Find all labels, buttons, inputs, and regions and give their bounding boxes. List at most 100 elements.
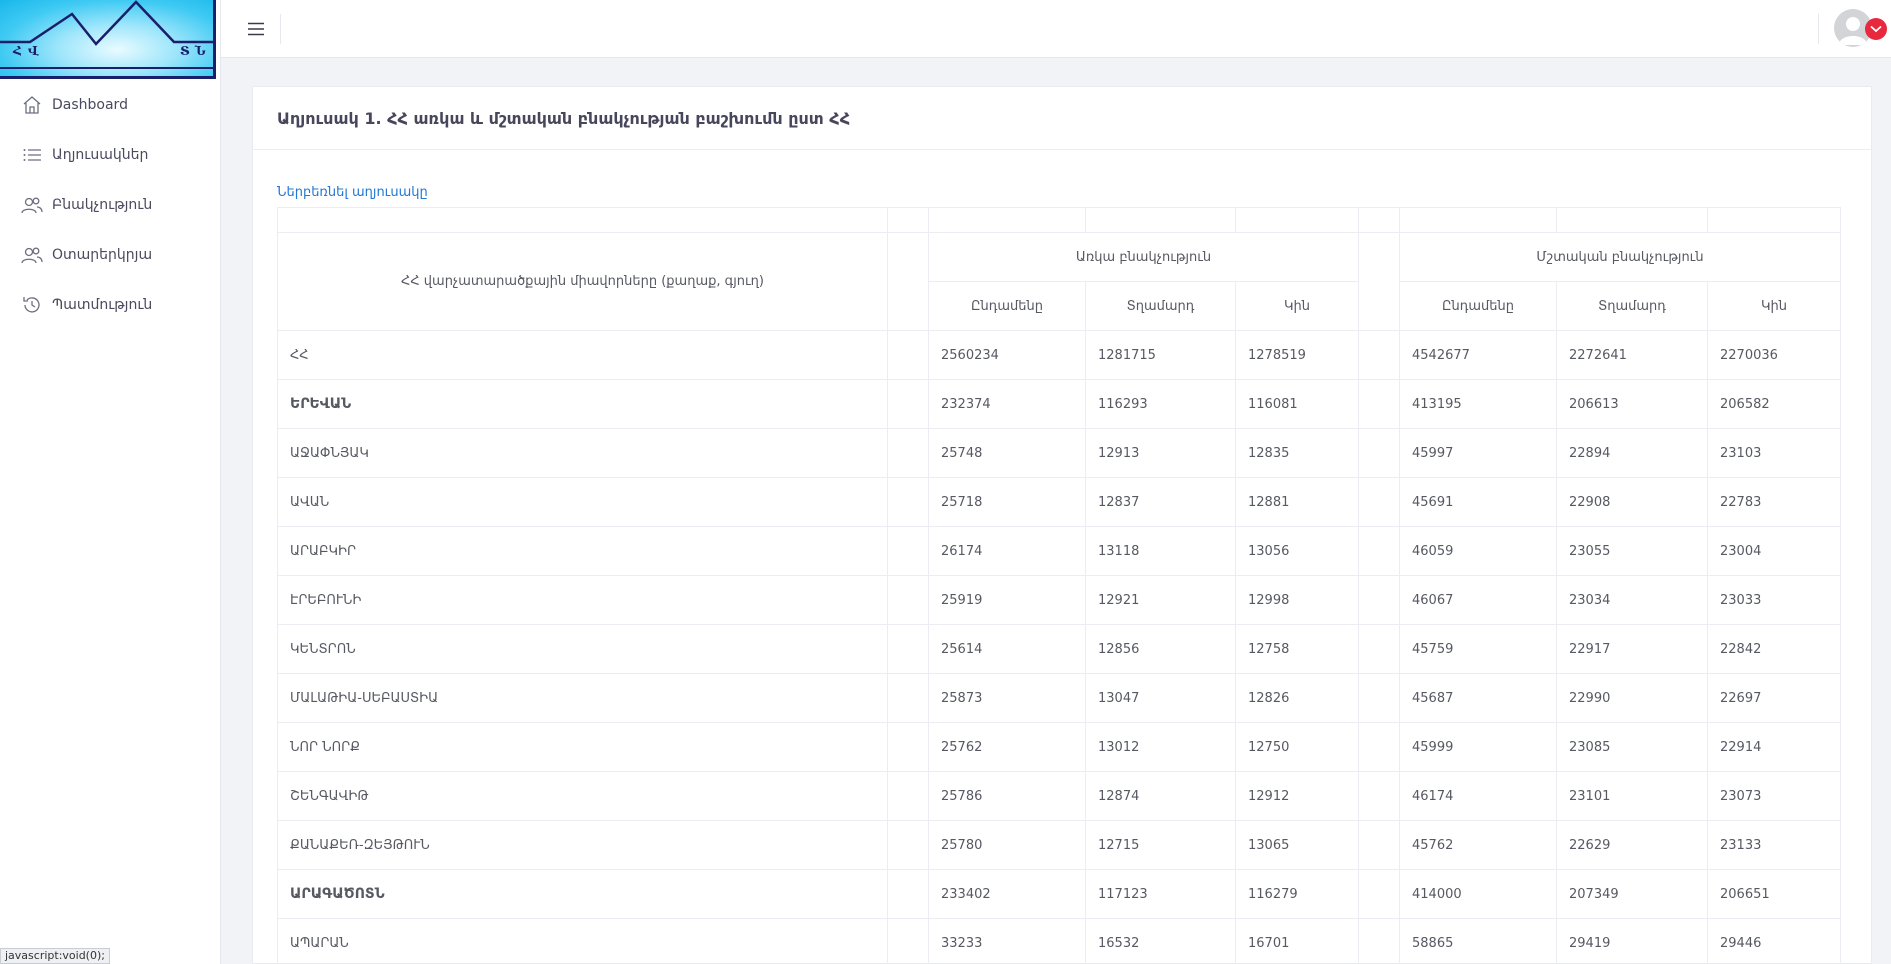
table-row: ԱՊԱՐԱՆ 33233 16532 16701 58865 29419 29446 (277, 918, 1841, 964)
empty-cell (887, 869, 929, 919)
sidebar-item-population[interactable]: Բնակչություն (0, 180, 220, 230)
empty-cell (887, 673, 929, 723)
permanent-male-cell: 206613 (1556, 379, 1708, 429)
region-name-cell: ՔԱՆԱՔԵՌ-ԶԵՅԹՈՒՆ (277, 820, 888, 870)
table-row: ԱՐԱԲԿԻՐ 26174 13118 13056 46059 23055 23004 (277, 526, 1841, 576)
permanent-female-cell: 2270036 (1707, 330, 1841, 380)
present-male-cell: 13012 (1085, 722, 1236, 772)
present-female-cell: 116279 (1235, 869, 1359, 919)
user-menu-dropdown-button[interactable] (1865, 18, 1887, 40)
empty-cell (1358, 771, 1400, 821)
region-name-cell: ԱՋԱՓՆՅԱԿ (277, 428, 888, 478)
present-female-cell: 13065 (1235, 820, 1359, 870)
table-row: ԿԵՆՏՐՈՆ 25614 12856 12758 45759 22917 22842 (277, 624, 1841, 674)
download-table-link[interactable]: Ներբեռնել աղյուսակը (277, 185, 428, 200)
region-name-cell: ՄԱԼԱԹԻԱ-ՍԵԲԱՍՏԻԱ (277, 673, 888, 723)
table-row: ՆՈՐ ՆՈՐՔ 25762 13012 12750 45999 23085 22914 (277, 722, 1841, 772)
population-table: ՀՀ վարչատարածքային միավորները (քաղաք, գյ… (277, 207, 1841, 964)
present-male-cell: 12921 (1085, 575, 1236, 625)
permanent-total-cell: 45762 (1399, 820, 1557, 870)
permanent-male-cell: 23055 (1556, 526, 1708, 576)
permanent-female-cell: 23103 (1707, 428, 1841, 478)
permanent-female-cell: 23133 (1707, 820, 1841, 870)
status-bar-url: javascript:void(0); (0, 948, 110, 964)
present-female-cell: 12826 (1235, 673, 1359, 723)
empty-cell (1358, 330, 1400, 380)
permanent-female-cell: 23004 (1707, 526, 1841, 576)
table-row: ԱՋԱՓՆՅԱԿ 25748 12913 12835 45997 22894 23103 (277, 428, 1841, 478)
table-row: ՇԵՆԳԱՎԻԹ 25786 12874 12912 46174 23101 23073 (277, 771, 1841, 821)
present-female-cell: 1278519 (1235, 330, 1359, 380)
empty-cell (1358, 722, 1400, 772)
present-male-cell: 16532 (1085, 918, 1236, 964)
present-population-header: Առկա բնակչություն (928, 232, 1359, 282)
permanent-female-cell: 29446 (1707, 918, 1841, 964)
permanent-total-cell: 414000 (1399, 869, 1557, 919)
home-icon (20, 93, 44, 117)
sidebar-item-label: Աղյուսակներ (52, 147, 149, 163)
logo[interactable]: ՀՎ ՏՆ (0, 0, 216, 79)
present-total-cell: 33233 (928, 918, 1086, 964)
empty-cell (1358, 428, 1400, 478)
permanent-male-cell: 22908 (1556, 477, 1708, 527)
present-female-cell: 13056 (1235, 526, 1359, 576)
present-female-cell: 16701 (1235, 918, 1359, 964)
sidebar-item-foreigners[interactable]: Օտարերկրյա (0, 230, 220, 280)
topbar-divider (280, 14, 281, 44)
present-female-cell: 116081 (1235, 379, 1359, 429)
permanent-total-cell: 45759 (1399, 624, 1557, 674)
users-icon (20, 243, 44, 267)
permanent-total-cell: 46174 (1399, 771, 1557, 821)
empty-cell (887, 820, 929, 870)
page-title: Աղյուսակ 1. ՀՀ առկա և մշտական բնակչությա… (277, 108, 851, 128)
sidebar-item-label: Պատմություն (52, 297, 153, 313)
menu-toggle-button[interactable] (243, 16, 269, 42)
empty-cell (887, 379, 929, 429)
present-male-cell: 12837 (1085, 477, 1236, 527)
empty-cell (887, 526, 929, 576)
empty-cell (1358, 918, 1400, 964)
table-row: ԱՎԱՆ 25718 12837 12881 45691 22908 22783 (277, 477, 1841, 527)
present-female-cell: 12758 (1235, 624, 1359, 674)
present-total-cell: 233402 (928, 869, 1086, 919)
permanent-female-header: Կին (1707, 281, 1841, 331)
table-body: ՀՀ 2560234 1281715 1278519 4542677 2272641 227… (277, 330, 1841, 964)
permanent-male-cell: 22894 (1556, 428, 1708, 478)
permanent-total-cell: 45687 (1399, 673, 1557, 723)
present-male-cell: 1281715 (1085, 330, 1236, 380)
topbar (221, 0, 1891, 58)
permanent-total-cell: 46067 (1399, 575, 1557, 625)
permanent-female-cell: 23073 (1707, 771, 1841, 821)
present-female-cell: 12835 (1235, 428, 1359, 478)
present-total-cell: 25873 (928, 673, 1086, 723)
empty-cell (887, 624, 929, 674)
present-male-cell: 12856 (1085, 624, 1236, 674)
region-name-cell: ԱՎԱՆ (277, 477, 888, 527)
table-row: ԱՐԱԳԱԾՈՏՆ 233402 117123 116279 414000 207349 2… (277, 869, 1841, 919)
present-total-cell: 25780 (928, 820, 1086, 870)
sidebar-item-label: Օտարերկրյա (52, 247, 153, 263)
empty-cell (887, 722, 929, 772)
present-male-cell: 116293 (1085, 379, 1236, 429)
region-name-cell: ՆՈՐ ՆՈՐՔ (277, 722, 888, 772)
permanent-male-header: Տղամարդ (1556, 281, 1708, 331)
users-icon (20, 193, 44, 217)
permanent-population-header: Մշտական բնակչություն (1399, 232, 1841, 282)
present-total-cell: 2560234 (928, 330, 1086, 380)
sidebar-item-dashboard[interactable]: Dashboard (0, 80, 220, 130)
permanent-male-cell: 22917 (1556, 624, 1708, 674)
topbar-divider (1818, 14, 1819, 44)
present-male-cell: 12913 (1085, 428, 1236, 478)
empty-cell (887, 477, 929, 527)
table-row: ԷՐԵԲՈՒՆԻ 25919 12921 12998 46067 23034 23033 (277, 575, 1841, 625)
present-male-cell: 13118 (1085, 526, 1236, 576)
region-name-cell: ԿԵՆՏՐՈՆ (277, 624, 888, 674)
empty-cell (887, 330, 929, 380)
sidebar-item-tables[interactable]: Աղյուսակներ (0, 130, 220, 180)
present-female-header: Կին (1235, 281, 1359, 331)
sidebar-item-history[interactable]: Պատմություն (0, 280, 220, 330)
permanent-female-cell: 22914 (1707, 722, 1841, 772)
table-row: ԵՐԵՎԱՆ 232374 116293 116081 413195 206613 2065… (277, 379, 1841, 429)
permanent-male-cell: 207349 (1556, 869, 1708, 919)
permanent-male-cell: 2272641 (1556, 330, 1708, 380)
